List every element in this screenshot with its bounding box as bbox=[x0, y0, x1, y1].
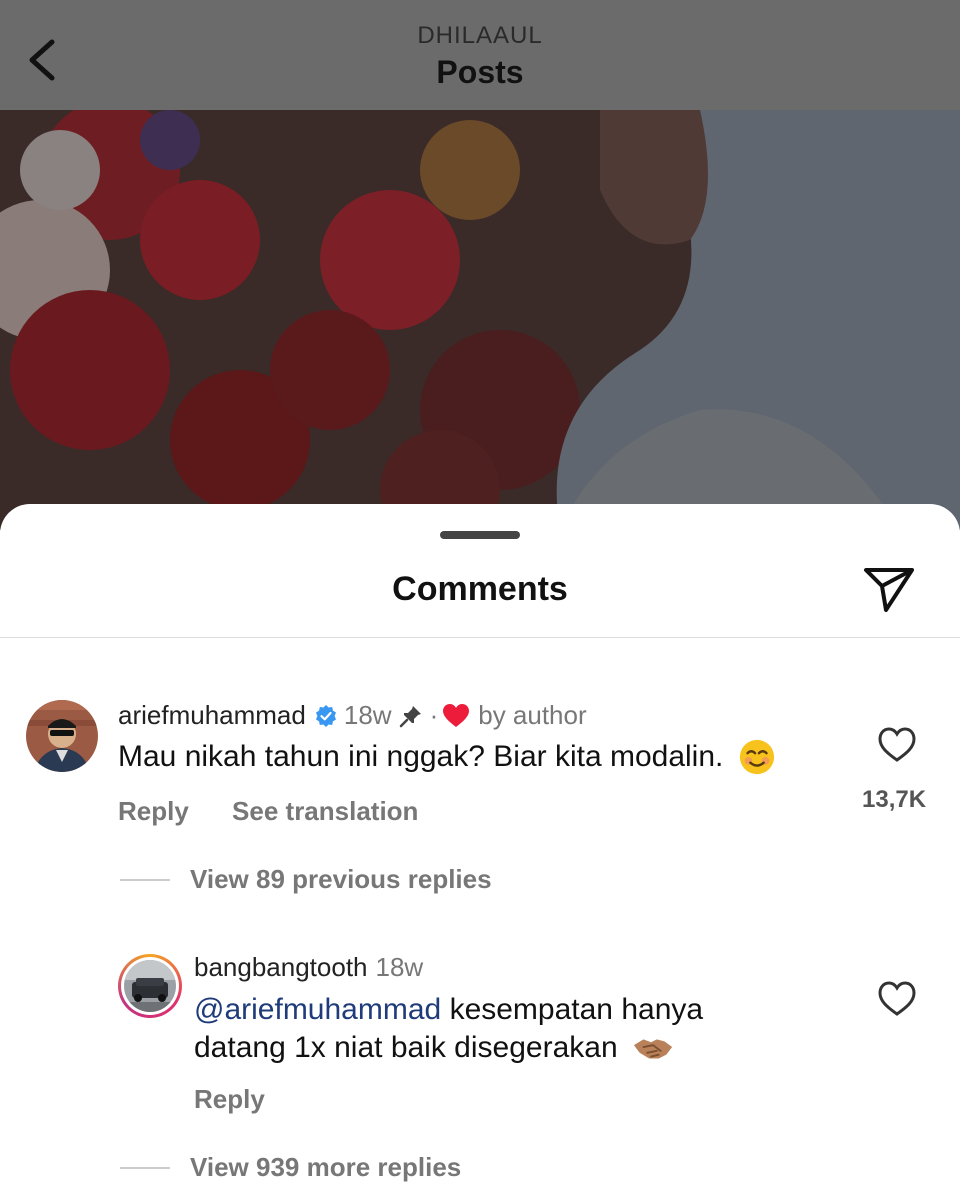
separator-dot: · bbox=[429, 700, 439, 730]
see-translation-button[interactable]: See translation bbox=[232, 796, 418, 826]
top-bar: DHILAAUL Posts bbox=[0, 0, 960, 110]
avatar[interactable] bbox=[26, 700, 98, 772]
reply-username[interactable]: bangbangtooth bbox=[194, 952, 368, 983]
handshake-emoji-icon bbox=[626, 1030, 674, 1068]
account-name: DHILAAUL bbox=[417, 22, 543, 49]
heart-outline-icon[interactable] bbox=[877, 726, 917, 764]
comment-meta: ariefmuhammad 18w · by author bbox=[118, 700, 587, 731]
reply-button[interactable]: Reply bbox=[194, 1084, 265, 1114]
post-photo bbox=[0, 110, 960, 530]
comment-time: 18w bbox=[343, 700, 392, 730]
comment-username[interactable]: ariefmuhammad bbox=[118, 700, 306, 731]
sheet-title: Comments bbox=[392, 570, 568, 608]
verified-badge-icon bbox=[315, 704, 336, 727]
comment-actions: Reply See translation bbox=[118, 796, 418, 827]
send-icon[interactable] bbox=[862, 564, 916, 614]
heart-outline-icon[interactable] bbox=[877, 980, 917, 1018]
story-ring-avatar[interactable] bbox=[118, 954, 182, 1018]
divider bbox=[0, 637, 960, 638]
heart-filled-icon bbox=[443, 703, 470, 727]
reply-meta: bangbangtooth 18w bbox=[194, 952, 423, 983]
reply-actions: Reply bbox=[194, 1084, 265, 1115]
smile-emoji-icon bbox=[732, 738, 776, 778]
thread-line bbox=[120, 1166, 170, 1169]
pin-icon bbox=[399, 705, 421, 727]
page-title: Posts bbox=[436, 54, 524, 90]
liked-by-author: by author bbox=[478, 700, 587, 730]
thread-line bbox=[120, 878, 170, 881]
view-more-replies[interactable]: View 939 more replies bbox=[120, 1152, 461, 1183]
mention-link[interactable]: @ariefmuhammad bbox=[194, 993, 441, 1026]
comment-text: Mau nikah tahun ini nggak? Biar kita mod… bbox=[118, 738, 776, 778]
like-count: 13,7K bbox=[862, 786, 927, 813]
drag-handle[interactable] bbox=[440, 531, 520, 539]
view-previous-replies[interactable]: View 89 previous replies bbox=[120, 864, 492, 895]
reply-button[interactable]: Reply bbox=[118, 796, 189, 826]
reply-time: 18w bbox=[375, 952, 424, 982]
comments-sheet: Comments ariefmuhammad 18w · by author M… bbox=[0, 504, 960, 1200]
reply-text: @ariefmuhammad kesempatan hanya datang 1… bbox=[194, 991, 703, 1068]
